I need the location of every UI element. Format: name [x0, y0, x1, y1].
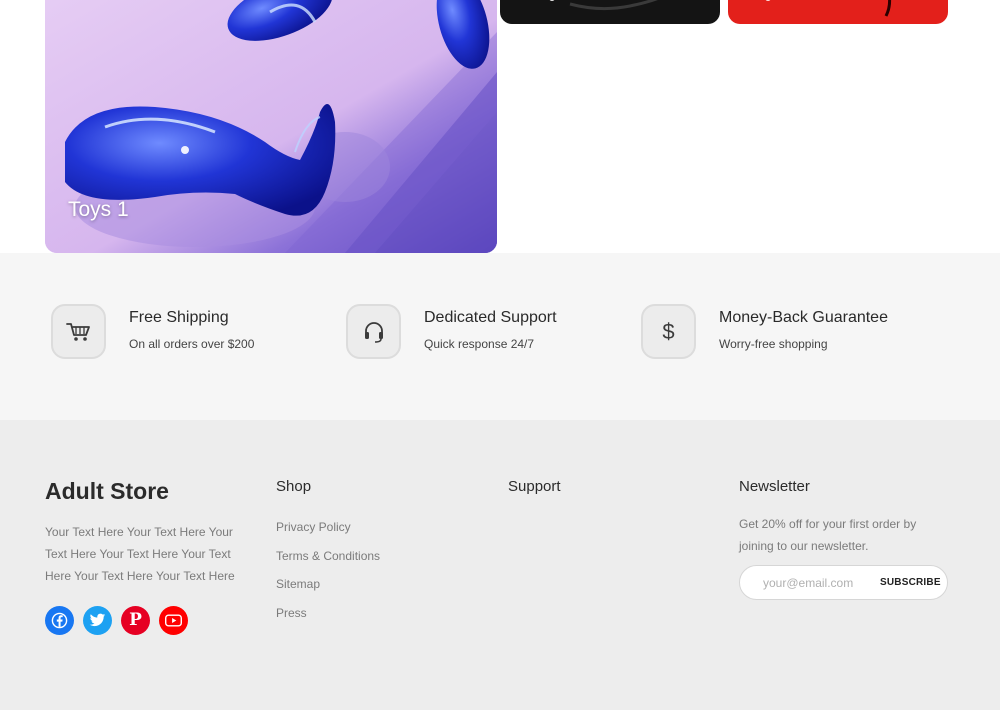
footer-support-title: Support — [508, 478, 561, 495]
product-image — [549, 0, 658, 11]
feature-subtitle: On all orders over $200 — [129, 337, 255, 351]
footer-shop-title: Shop — [276, 478, 312, 495]
footer: Adult Store Your Text Here Your Text Her… — [0, 420, 1000, 710]
footer-brand: Adult Store — [45, 478, 169, 504]
footer-link-privacy-policy[interactable]: Privacy Policy — [276, 520, 380, 549]
cart-icon — [51, 304, 106, 359]
feature-title: Dedicated Support — [424, 309, 557, 326]
footer-link-terms[interactable]: Terms & Conditions — [276, 549, 380, 578]
headset-icon — [346, 304, 401, 359]
subscribe-button[interactable]: SUBSCRIBE — [872, 577, 941, 588]
product-image — [765, 0, 892, 17]
footer-link-sitemap[interactable]: Sitemap — [276, 577, 380, 606]
footer-link-press[interactable]: Press — [276, 606, 380, 635]
newsletter-form: SUBSCRIBE — [739, 565, 948, 600]
features-band: Free Shipping On all orders over $200 De… — [0, 253, 1000, 420]
category-card-red[interactable] — [728, 0, 948, 24]
category-label: Toys 1 — [68, 198, 129, 221]
dollar-icon: $ — [641, 304, 696, 359]
newsletter-email-input[interactable] — [740, 566, 872, 599]
feature-title: Free Shipping — [129, 309, 229, 326]
facebook-icon[interactable] — [45, 606, 74, 635]
footer-brand-text: Your Text Here Your Text Here Your Text … — [45, 525, 235, 583]
newsletter-text: Get 20% off for your first order by join… — [739, 517, 917, 553]
social-links: P — [45, 606, 188, 635]
feature-subtitle: Worry-free shopping — [719, 337, 828, 351]
twitter-icon[interactable] — [83, 606, 112, 635]
feature-subtitle: Quick response 24/7 — [424, 337, 535, 351]
footer-newsletter-title: Newsletter — [739, 478, 810, 495]
pinterest-icon[interactable]: P — [121, 606, 150, 635]
footer-shop-links: Privacy Policy Terms & Conditions Sitema… — [276, 520, 380, 634]
category-card-toys-1[interactable]: Toys 1 — [45, 0, 497, 253]
category-section: Toys 1 — [0, 0, 1000, 253]
category-card-dark[interactable] — [500, 0, 720, 24]
youtube-icon[interactable] — [159, 606, 188, 635]
feature-title: Money-Back Guarantee — [719, 309, 888, 326]
